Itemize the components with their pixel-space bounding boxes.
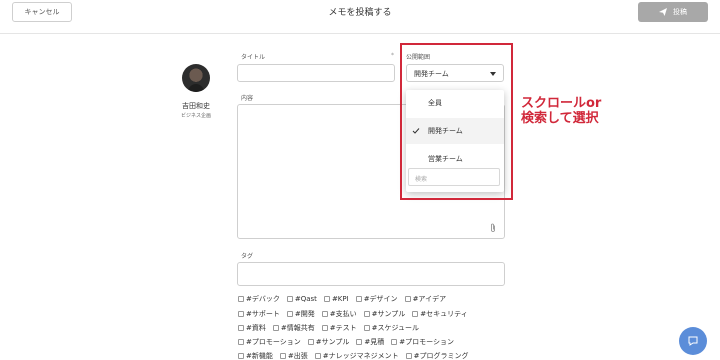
chat-bubble-icon — [688, 336, 698, 346]
tag-checkbox-item[interactable]: #支払い — [321, 308, 357, 320]
tag-label-text: #サンプル — [371, 310, 406, 318]
checkbox[interactable] — [355, 296, 362, 302]
annotation-line-2: 検索して選択 — [521, 111, 599, 126]
user-name: 吉田和史 — [182, 102, 210, 110]
tag-checkbox-item[interactable]: #スケジュール — [363, 322, 420, 334]
checkbox[interactable] — [391, 339, 398, 345]
tag-label-text: #新機能 — [246, 352, 273, 360]
checkbox[interactable] — [238, 296, 244, 302]
paper-plane-icon — [659, 8, 667, 16]
tag-label-text: #サンプル — [315, 338, 350, 346]
tag-label-text: #情報共有 — [280, 324, 315, 332]
title-input[interactable] — [237, 64, 395, 82]
checkbox[interactable] — [238, 311, 244, 317]
checkbox[interactable] — [323, 296, 330, 302]
avatar — [182, 64, 210, 92]
tag-checkbox-item[interactable]: #サンプル — [363, 308, 406, 320]
checkbox[interactable] — [363, 311, 370, 317]
checkbox[interactable] — [405, 353, 412, 359]
tag-checkbox-item[interactable]: #サポート — [238, 308, 280, 320]
tag-label-text: #支払い — [329, 310, 357, 318]
tag-label-text: #Qast — [294, 295, 317, 303]
content-label: 内容 — [241, 95, 254, 102]
tag-label-text: #プロモーション — [399, 338, 454, 346]
tag-row: #デバック #Qast #KPI #デザイン #アイデア — [238, 293, 446, 305]
tag-label-text: #デザイン — [363, 295, 398, 303]
tag-label-text: #見積 — [364, 338, 385, 346]
annotation-highlight-box — [400, 43, 513, 200]
checkbox[interactable] — [321, 325, 328, 331]
tag-checkbox-item[interactable]: #アイデア — [404, 293, 447, 305]
tag-label-text: #開発 — [294, 310, 315, 318]
checkbox[interactable] — [356, 339, 363, 345]
tag-checkbox-item[interactable]: #プログラミング — [405, 350, 469, 360]
title-label: タイトル — [241, 54, 266, 61]
annotation-line-1: スクロールor — [521, 96, 602, 111]
tag-label-text: #資料 — [246, 324, 266, 332]
tag-checkbox-item[interactable]: #Qast — [286, 293, 317, 305]
checkbox[interactable] — [238, 353, 244, 359]
post-button-label: 投稿 — [673, 8, 687, 16]
tag-label-text: #サポート — [246, 310, 280, 318]
tag-label-text: #出張 — [287, 352, 308, 360]
checkbox[interactable] — [286, 311, 293, 317]
tag-checkbox-item[interactable]: #ナレッジマネジメント — [314, 350, 399, 360]
tag-row: #サポート #開発 #支払い #サンプル #セキュリティ — [238, 308, 468, 320]
tag-checkbox-item[interactable]: #サンプル — [307, 336, 350, 348]
checkbox[interactable] — [279, 353, 286, 359]
tag-checkbox-item[interactable]: #KPI — [323, 293, 349, 305]
tag-label-text: #KPI — [331, 295, 349, 303]
chat-button[interactable] — [679, 327, 707, 355]
checkbox[interactable] — [272, 325, 279, 331]
checkbox[interactable] — [238, 325, 244, 331]
checkbox[interactable] — [363, 325, 370, 331]
tag-label-text: #セキュリティ — [420, 310, 468, 318]
tag-checkbox-item[interactable]: #出張 — [279, 350, 308, 360]
tag-row: #資料 #情報共有 #テスト #スケジュール — [238, 322, 419, 334]
tag-checkbox-item[interactable]: #新機能 — [238, 350, 273, 360]
tag-checkbox-item[interactable]: #セキュリティ — [412, 308, 468, 320]
checkbox[interactable] — [286, 296, 293, 302]
checkbox[interactable] — [314, 353, 321, 359]
paperclip-icon[interactable] — [489, 223, 497, 233]
tag-checkbox-item[interactable]: #プロモーション — [391, 336, 454, 348]
annotation-text: スクロールor 検索して選択 — [521, 96, 631, 126]
user-role: ビジネス企画 — [180, 113, 211, 119]
tag-checkbox-item[interactable]: #開発 — [286, 308, 315, 320]
tag-row: #新機能 #出張 #ナレッジマネジメント #プログラミング — [238, 350, 469, 360]
tag-checkbox-item[interactable]: #見積 — [356, 336, 384, 348]
tag-label-text: #アイデア — [412, 295, 447, 303]
tag-checkbox-item[interactable]: #テスト — [321, 322, 357, 334]
tag-label-text: #スケジュール — [371, 324, 420, 332]
post-button[interactable]: 投稿 — [638, 2, 708, 22]
tag-label-text: #デバック — [246, 295, 280, 303]
tag-input[interactable] — [237, 262, 505, 286]
checkbox[interactable] — [238, 339, 244, 345]
tag-label: タグ — [241, 253, 254, 260]
tag-checkbox-item[interactable]: #プロモーション — [238, 336, 301, 348]
tag-label-text: #プロモーション — [246, 338, 301, 346]
tag-checkbox-item[interactable]: #デバック — [238, 293, 280, 305]
tag-checkbox-item[interactable]: #情報共有 — [272, 322, 315, 334]
tag-label-text: #テスト — [329, 324, 357, 332]
tag-checkbox-item[interactable]: #資料 — [238, 322, 266, 334]
checkbox[interactable] — [307, 339, 314, 345]
modal-header: キャンセル メモを投稿する 投稿 — [0, 0, 720, 34]
required-mark: * — [391, 52, 394, 59]
modal-title: メモを投稿する — [328, 8, 392, 18]
tag-label-text: #ナレッジマネジメント — [322, 352, 399, 360]
tag-checkbox-item[interactable]: #デザイン — [355, 293, 398, 305]
checkbox[interactable] — [404, 296, 411, 302]
tag-row: #プロモーション #サンプル #見積 #プロモーション — [238, 336, 454, 348]
checkbox[interactable] — [412, 311, 419, 317]
tag-label-text: #プログラミング — [413, 352, 469, 360]
checkbox[interactable] — [321, 311, 328, 317]
